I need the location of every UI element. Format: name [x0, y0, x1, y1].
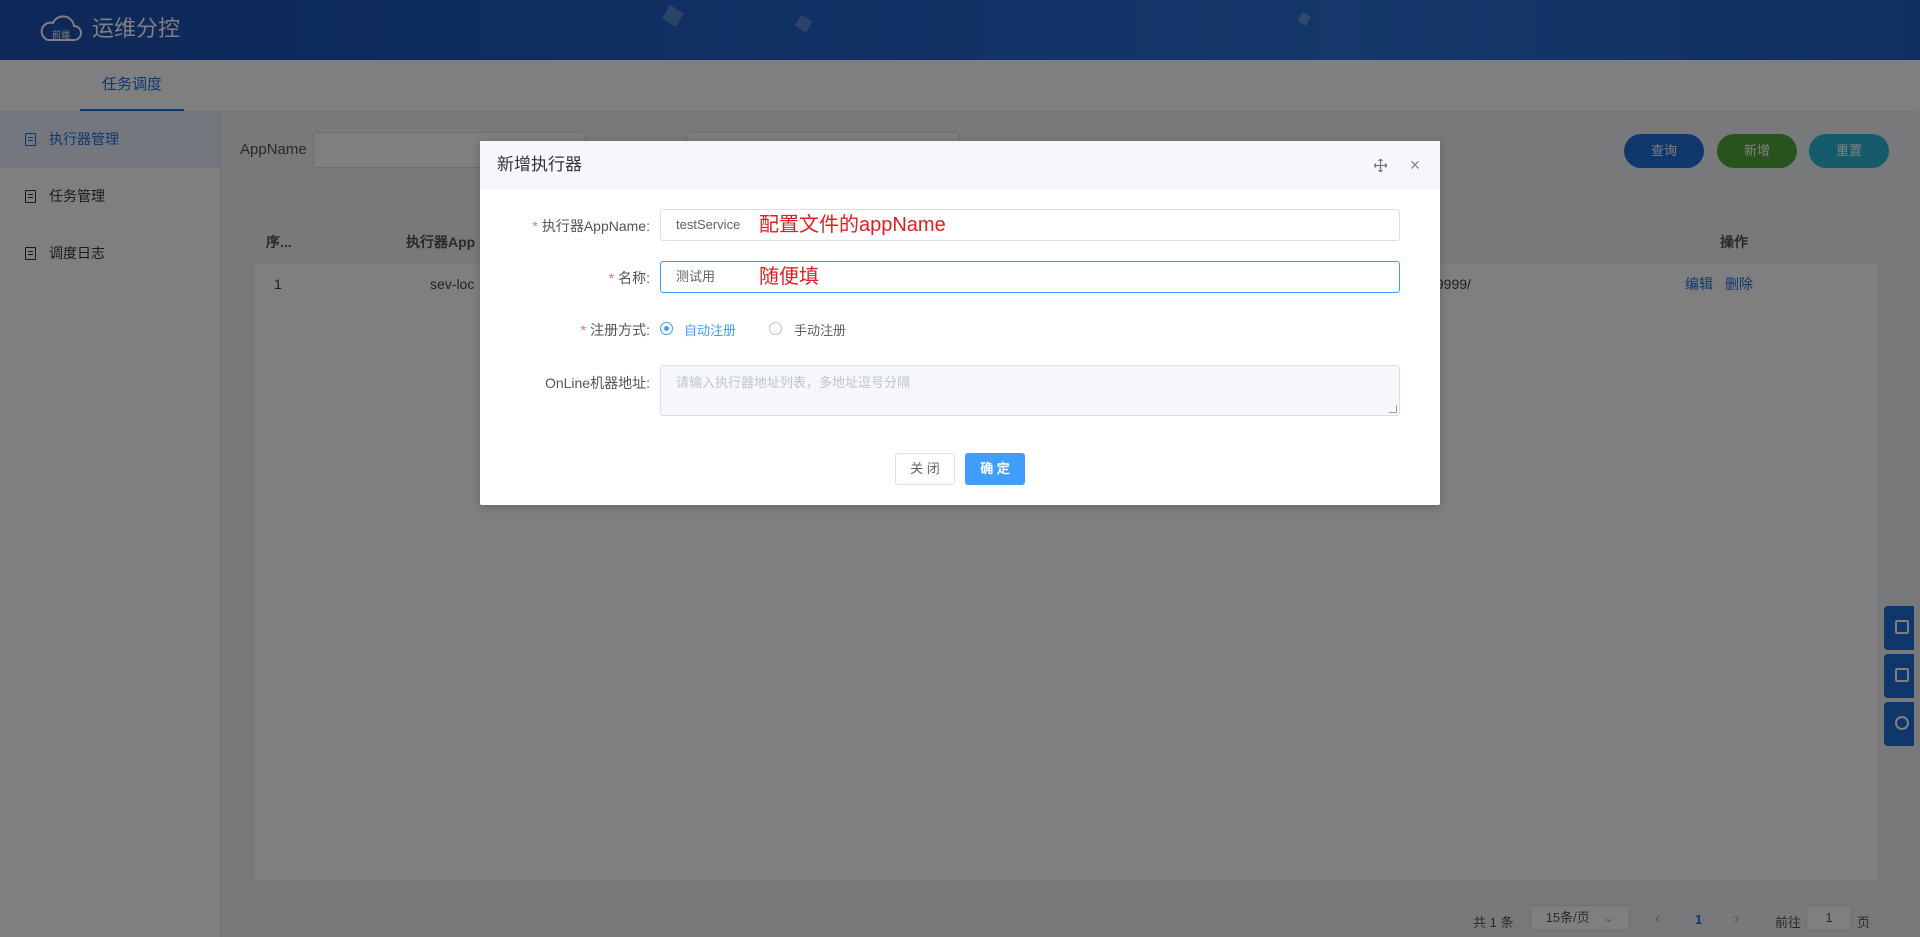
radio-auto-register[interactable] — [660, 322, 673, 335]
online-address-label: OnLine机器地址: — [544, 375, 650, 391]
appname-field-label: * 执行器AppName: — [532, 218, 650, 234]
close-icon[interactable]: × — [1405, 155, 1425, 175]
close-button[interactable]: 关 闭 — [895, 453, 955, 485]
appname-annotation: 配置文件的appName — [759, 214, 946, 236]
form-row-name: * 名称: 测试用 随便填 — [480, 261, 1440, 293]
radio-manual-register[interactable] — [769, 322, 782, 335]
radio-manual-register-label[interactable]: 手动注册 — [794, 320, 846, 339]
name-field-label: * 名称: — [608, 270, 650, 286]
add-executor-dialog: 新增执行器 × * 执行器AppName: testService 配置文件的ap… — [480, 141, 1440, 505]
radio-auto-register-label[interactable]: 自动注册 — [684, 320, 736, 339]
name-annotation: 随便填 — [759, 266, 819, 288]
form-row-online-address: OnLine机器地址: 请输入执行器地址列表，多地址逗号分隔 — [480, 365, 1440, 416]
resize-handle-icon[interactable] — [1389, 405, 1397, 413]
form-row-appname: * 执行器AppName: testService 配置文件的appName — [480, 209, 1440, 241]
dialog-title: 新增执行器 — [497, 155, 582, 174]
required-asterisk: * — [608, 270, 615, 286]
dialog-header: 新增执行器 × — [480, 141, 1440, 189]
register-type-label: * 注册方式: — [580, 322, 650, 338]
move-icon[interactable] — [1374, 159, 1387, 172]
online-address-placeholder: 请输入执行器地址列表，多地址逗号分隔 — [676, 375, 911, 390]
confirm-button[interactable]: 确 定 — [965, 453, 1025, 485]
online-address-textarea[interactable]: 请输入执行器地址列表，多地址逗号分隔 — [660, 365, 1400, 416]
required-asterisk: * — [532, 218, 538, 234]
form-row-register-type: * 注册方式: 自动注册 手动注册 — [480, 313, 1440, 345]
required-asterisk: * — [580, 322, 587, 338]
